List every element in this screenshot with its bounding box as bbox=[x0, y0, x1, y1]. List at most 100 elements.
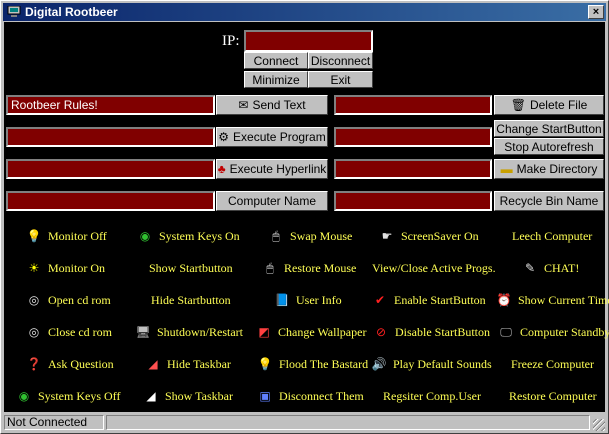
close-cdrom-command[interactable]: ◎ Close cd rom bbox=[26, 321, 112, 343]
system-keys-off-label: System Keys Off bbox=[38, 388, 121, 403]
monitor-on-command[interactable]: ☀ Monitor On bbox=[26, 257, 105, 279]
startbutton-text-input[interactable] bbox=[334, 127, 492, 147]
open-cdrom-command[interactable]: ◎ Open cd rom bbox=[26, 289, 111, 311]
play-default-sounds-command[interactable]: 🔊 Play Default Sounds bbox=[371, 353, 492, 375]
exit-button[interactable]: Exit bbox=[308, 71, 373, 88]
hide-taskbar-command[interactable]: ◢ Hide Taskbar bbox=[145, 353, 231, 375]
show-startbutton-command[interactable]: Show Startbutton bbox=[149, 257, 233, 279]
message-input[interactable]: Rootbeer Rules! bbox=[6, 95, 215, 115]
clock-icon: ⏰ bbox=[496, 292, 512, 307]
register-comp-user-label: Regsiter Comp.User bbox=[383, 388, 481, 403]
user-info-command[interactable]: 📘 User Info bbox=[274, 289, 342, 311]
cd-icon: ◎ bbox=[28, 292, 40, 307]
status-bar: Not Connected bbox=[4, 414, 605, 431]
computer-name-button[interactable]: Computer Name bbox=[216, 191, 328, 211]
speaker-icon: 🔊 bbox=[371, 356, 387, 371]
taskbar-icon: ◢ bbox=[148, 356, 158, 371]
swap-mouse-command[interactable]: 🖱 Swap Mouse bbox=[268, 225, 352, 247]
directory-input[interactable] bbox=[334, 159, 492, 179]
computer-name-input[interactable] bbox=[6, 191, 215, 211]
minimize-button[interactable]: Minimize bbox=[244, 71, 308, 88]
play-default-sounds-label: Play Default Sounds bbox=[393, 356, 492, 371]
delete-file-label: Delete File bbox=[529, 98, 588, 112]
register-comp-user-command[interactable]: Regsiter Comp.User bbox=[383, 385, 481, 407]
disconnect-them-label: Disconnect Them bbox=[279, 388, 364, 403]
execute-hyperlink-button[interactable]: ♣ Execute Hyperlink bbox=[216, 159, 328, 179]
show-taskbar-command[interactable]: ◢ Show Taskbar bbox=[143, 385, 233, 407]
hide-startbutton-command[interactable]: Hide Startbutton bbox=[151, 289, 231, 311]
show-startbutton-label: Show Startbutton bbox=[149, 260, 233, 275]
flood-the-bastard-label: Flood The Bastard bbox=[279, 356, 369, 371]
chat-command[interactable]: ✎ CHAT! bbox=[522, 257, 579, 279]
ip-input[interactable] bbox=[244, 30, 373, 52]
show-current-time-label: Show Current Time bbox=[518, 292, 609, 307]
question-icon: ❓ bbox=[26, 356, 42, 371]
ip-label: IP: bbox=[222, 33, 240, 49]
app-window: Digital Rootbeer × IP: Connect Disconnec… bbox=[0, 0, 609, 434]
program-icon: ⚙ bbox=[218, 130, 230, 144]
wallpaper-icon: ◩ bbox=[258, 324, 270, 339]
make-directory-label: Make Directory bbox=[516, 162, 598, 176]
restore-mouse-command[interactable]: 🖱 Restore Mouse bbox=[262, 257, 356, 279]
send-text-button[interactable]: ✉ Send Text bbox=[216, 95, 328, 115]
show-taskbar-label: Show Taskbar bbox=[165, 388, 233, 403]
program-input[interactable] bbox=[6, 127, 215, 147]
monitor-off-command[interactable]: 💡 Monitor Off bbox=[26, 225, 107, 247]
execute-program-button[interactable]: ⚙ Execute Program bbox=[216, 127, 328, 147]
disconnect-them-command[interactable]: ▣ Disconnect Them bbox=[257, 385, 364, 407]
close-button[interactable]: × bbox=[588, 5, 604, 19]
shutdown-restart-command[interactable]: 🖥 Shutdown/Restart bbox=[135, 321, 243, 343]
restore-computer-command[interactable]: Restore Computer bbox=[509, 385, 597, 407]
change-startbutton-button[interactable]: Change StartButton bbox=[494, 120, 604, 137]
recycle-bin-name-button[interactable]: Recycle Bin Name bbox=[494, 191, 604, 211]
computer-icon bbox=[7, 6, 21, 17]
freeze-computer-command[interactable]: Freeze Computer bbox=[511, 353, 594, 375]
recycle-bin-name-input[interactable] bbox=[334, 191, 492, 211]
ask-question-command[interactable]: ❓ Ask Question bbox=[26, 353, 114, 375]
delete-file-input[interactable] bbox=[334, 95, 492, 115]
screensaver-on-label: ScreenSaver On bbox=[401, 228, 479, 243]
trash-icon: 🗑 bbox=[510, 98, 526, 112]
disconnect-button[interactable]: Disconnect bbox=[308, 52, 373, 69]
restore-mouse-label: Restore Mouse bbox=[284, 260, 357, 275]
main-panel: IP: Connect Disconnect Minimize Exit Roo… bbox=[4, 22, 609, 412]
green-dot-icon: ◉ bbox=[18, 388, 30, 403]
system-keys-on-label: System Keys On bbox=[159, 228, 240, 243]
disconnect-icon: ▣ bbox=[259, 388, 271, 403]
ask-question-label: Ask Question bbox=[48, 356, 114, 371]
monitor-icon: 🖵 bbox=[500, 324, 512, 339]
computer-icon: 🖥 bbox=[135, 324, 151, 339]
title-bar[interactable]: Digital Rootbeer × bbox=[3, 3, 606, 21]
window-title: Digital Rootbeer bbox=[25, 5, 118, 19]
make-directory-button[interactable]: ▬ Make Directory bbox=[494, 159, 604, 179]
mouse-icon: 🖱 bbox=[266, 260, 274, 275]
leech-computer-command[interactable]: Leech Computer bbox=[512, 225, 592, 247]
connect-button[interactable]: Connect bbox=[244, 52, 308, 69]
system-keys-on-command[interactable]: ◉ System Keys On bbox=[137, 225, 240, 247]
change-wallpaper-command[interactable]: ◩ Change Wallpaper bbox=[256, 321, 366, 343]
swap-mouse-label: Swap Mouse bbox=[290, 228, 353, 243]
book-icon: 📘 bbox=[274, 292, 290, 307]
enable-startbutton-label: Enable StartButton bbox=[394, 292, 486, 307]
resize-grip[interactable] bbox=[593, 419, 605, 431]
stop-autorefresh-button[interactable]: Stop Autorefresh bbox=[494, 138, 604, 155]
computer-standby-command[interactable]: 🖵 Computer Standby bbox=[498, 321, 609, 343]
screensaver-on-command[interactable]: ☛ ScreenSaver On bbox=[379, 225, 479, 247]
close-cdrom-label: Close cd rom bbox=[48, 324, 112, 339]
computer-standby-label: Computer Standby bbox=[520, 324, 609, 339]
view-close-active-label: View/Close Active Progs. bbox=[372, 260, 496, 275]
view-close-active-command[interactable]: View/Close Active Progs. bbox=[372, 257, 496, 279]
delete-file-button[interactable]: 🗑 Delete File bbox=[494, 95, 604, 115]
enable-startbutton-command[interactable]: ✔ Enable StartButton bbox=[372, 289, 486, 311]
shutdown-restart-label: Shutdown/Restart bbox=[157, 324, 243, 339]
show-current-time-command[interactable]: ⏰ Show Current Time bbox=[496, 289, 609, 311]
hyperlink-input[interactable] bbox=[6, 159, 215, 179]
disable-startbutton-command[interactable]: ⊘ Disable StartButton bbox=[373, 321, 490, 343]
flood-the-bastard-command[interactable]: 💡 Flood The Bastard bbox=[257, 353, 369, 375]
system-keys-off-command[interactable]: ◉ System Keys Off bbox=[16, 385, 121, 407]
envelope-icon: ✉ bbox=[238, 98, 249, 112]
user-info-label: User Info bbox=[296, 292, 342, 307]
no-sign-icon: ⊘ bbox=[375, 324, 387, 339]
connection-status: Not Connected bbox=[4, 415, 104, 430]
execute-hyperlink-label: Execute Hyperlink bbox=[229, 162, 327, 176]
